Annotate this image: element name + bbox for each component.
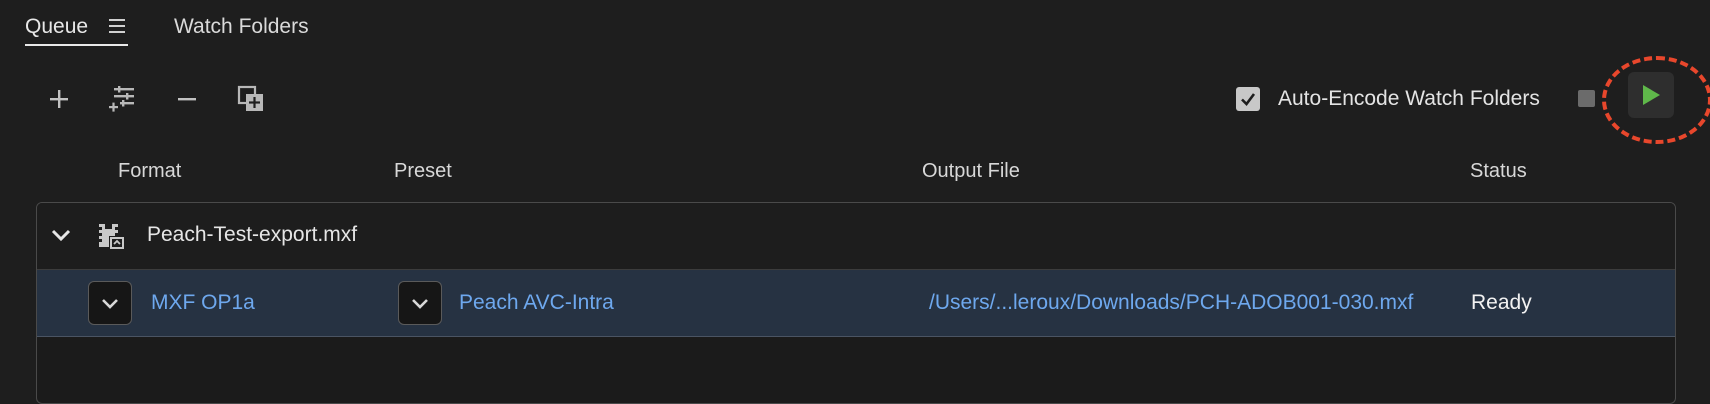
add-output-button[interactable] [104,80,142,118]
remove-button[interactable] [168,80,206,118]
output-item-row[interactable]: MXF OP1a Peach AVC-Intra /Users/...lerou… [37,270,1675,337]
auto-encode-checkbox[interactable] [1236,87,1260,111]
hamburger-menu-icon[interactable] [109,19,126,33]
add-icon [50,90,68,108]
tab-watch-folders-label: Watch Folders [174,15,309,38]
format-link[interactable]: MXF OP1a [151,291,255,315]
duplicate-icon [237,85,263,111]
source-item-row[interactable]: Peach-Test-export.mxf [37,203,1675,270]
column-header-preset[interactable]: Preset [394,160,452,183]
remove-icon [178,98,196,101]
output-file-link[interactable]: /Users/...leroux/Downloads/PCH-ADOB001-0… [929,291,1413,315]
preset-dropdown-button[interactable] [398,281,442,325]
column-header-status[interactable]: Status [1470,160,1527,183]
add-source-button[interactable] [40,80,78,118]
auto-encode-option: Auto-Encode Watch Folders [1236,84,1540,114]
start-queue-button[interactable] [1628,72,1674,118]
status-label: Ready [1471,291,1532,314]
active-tab-indicator [25,44,128,46]
column-header-format[interactable]: Format [118,160,181,183]
play-icon [1643,85,1660,105]
source-file-name: Peach-Test-export.mxf [147,223,358,246]
column-header-output-file[interactable]: Output File [922,160,1020,183]
tab-queue[interactable]: Queue [25,12,128,46]
video-file-icon [99,223,125,250]
queue-panel: Peach-Test-export.mxf MXF OP1a Peach AVC… [36,202,1676,404]
chevron-down-icon[interactable] [49,223,73,247]
chevron-down-icon [102,299,118,309]
format-dropdown-button[interactable] [88,281,132,325]
duplicate-button[interactable] [232,80,270,118]
chevron-down-icon [412,299,428,309]
checkmark-icon [1241,93,1256,106]
stop-queue-button[interactable] [1578,90,1595,107]
tab-queue-label: Queue [25,15,89,38]
preset-link[interactable]: Peach AVC-Intra [459,291,614,315]
tab-watch-folders[interactable]: Watch Folders [174,12,309,46]
auto-encode-label: Auto-Encode Watch Folders [1278,87,1540,110]
preset-settings-icon [109,86,134,112]
tab-bar: Queue Watch Folders [0,0,1710,52]
